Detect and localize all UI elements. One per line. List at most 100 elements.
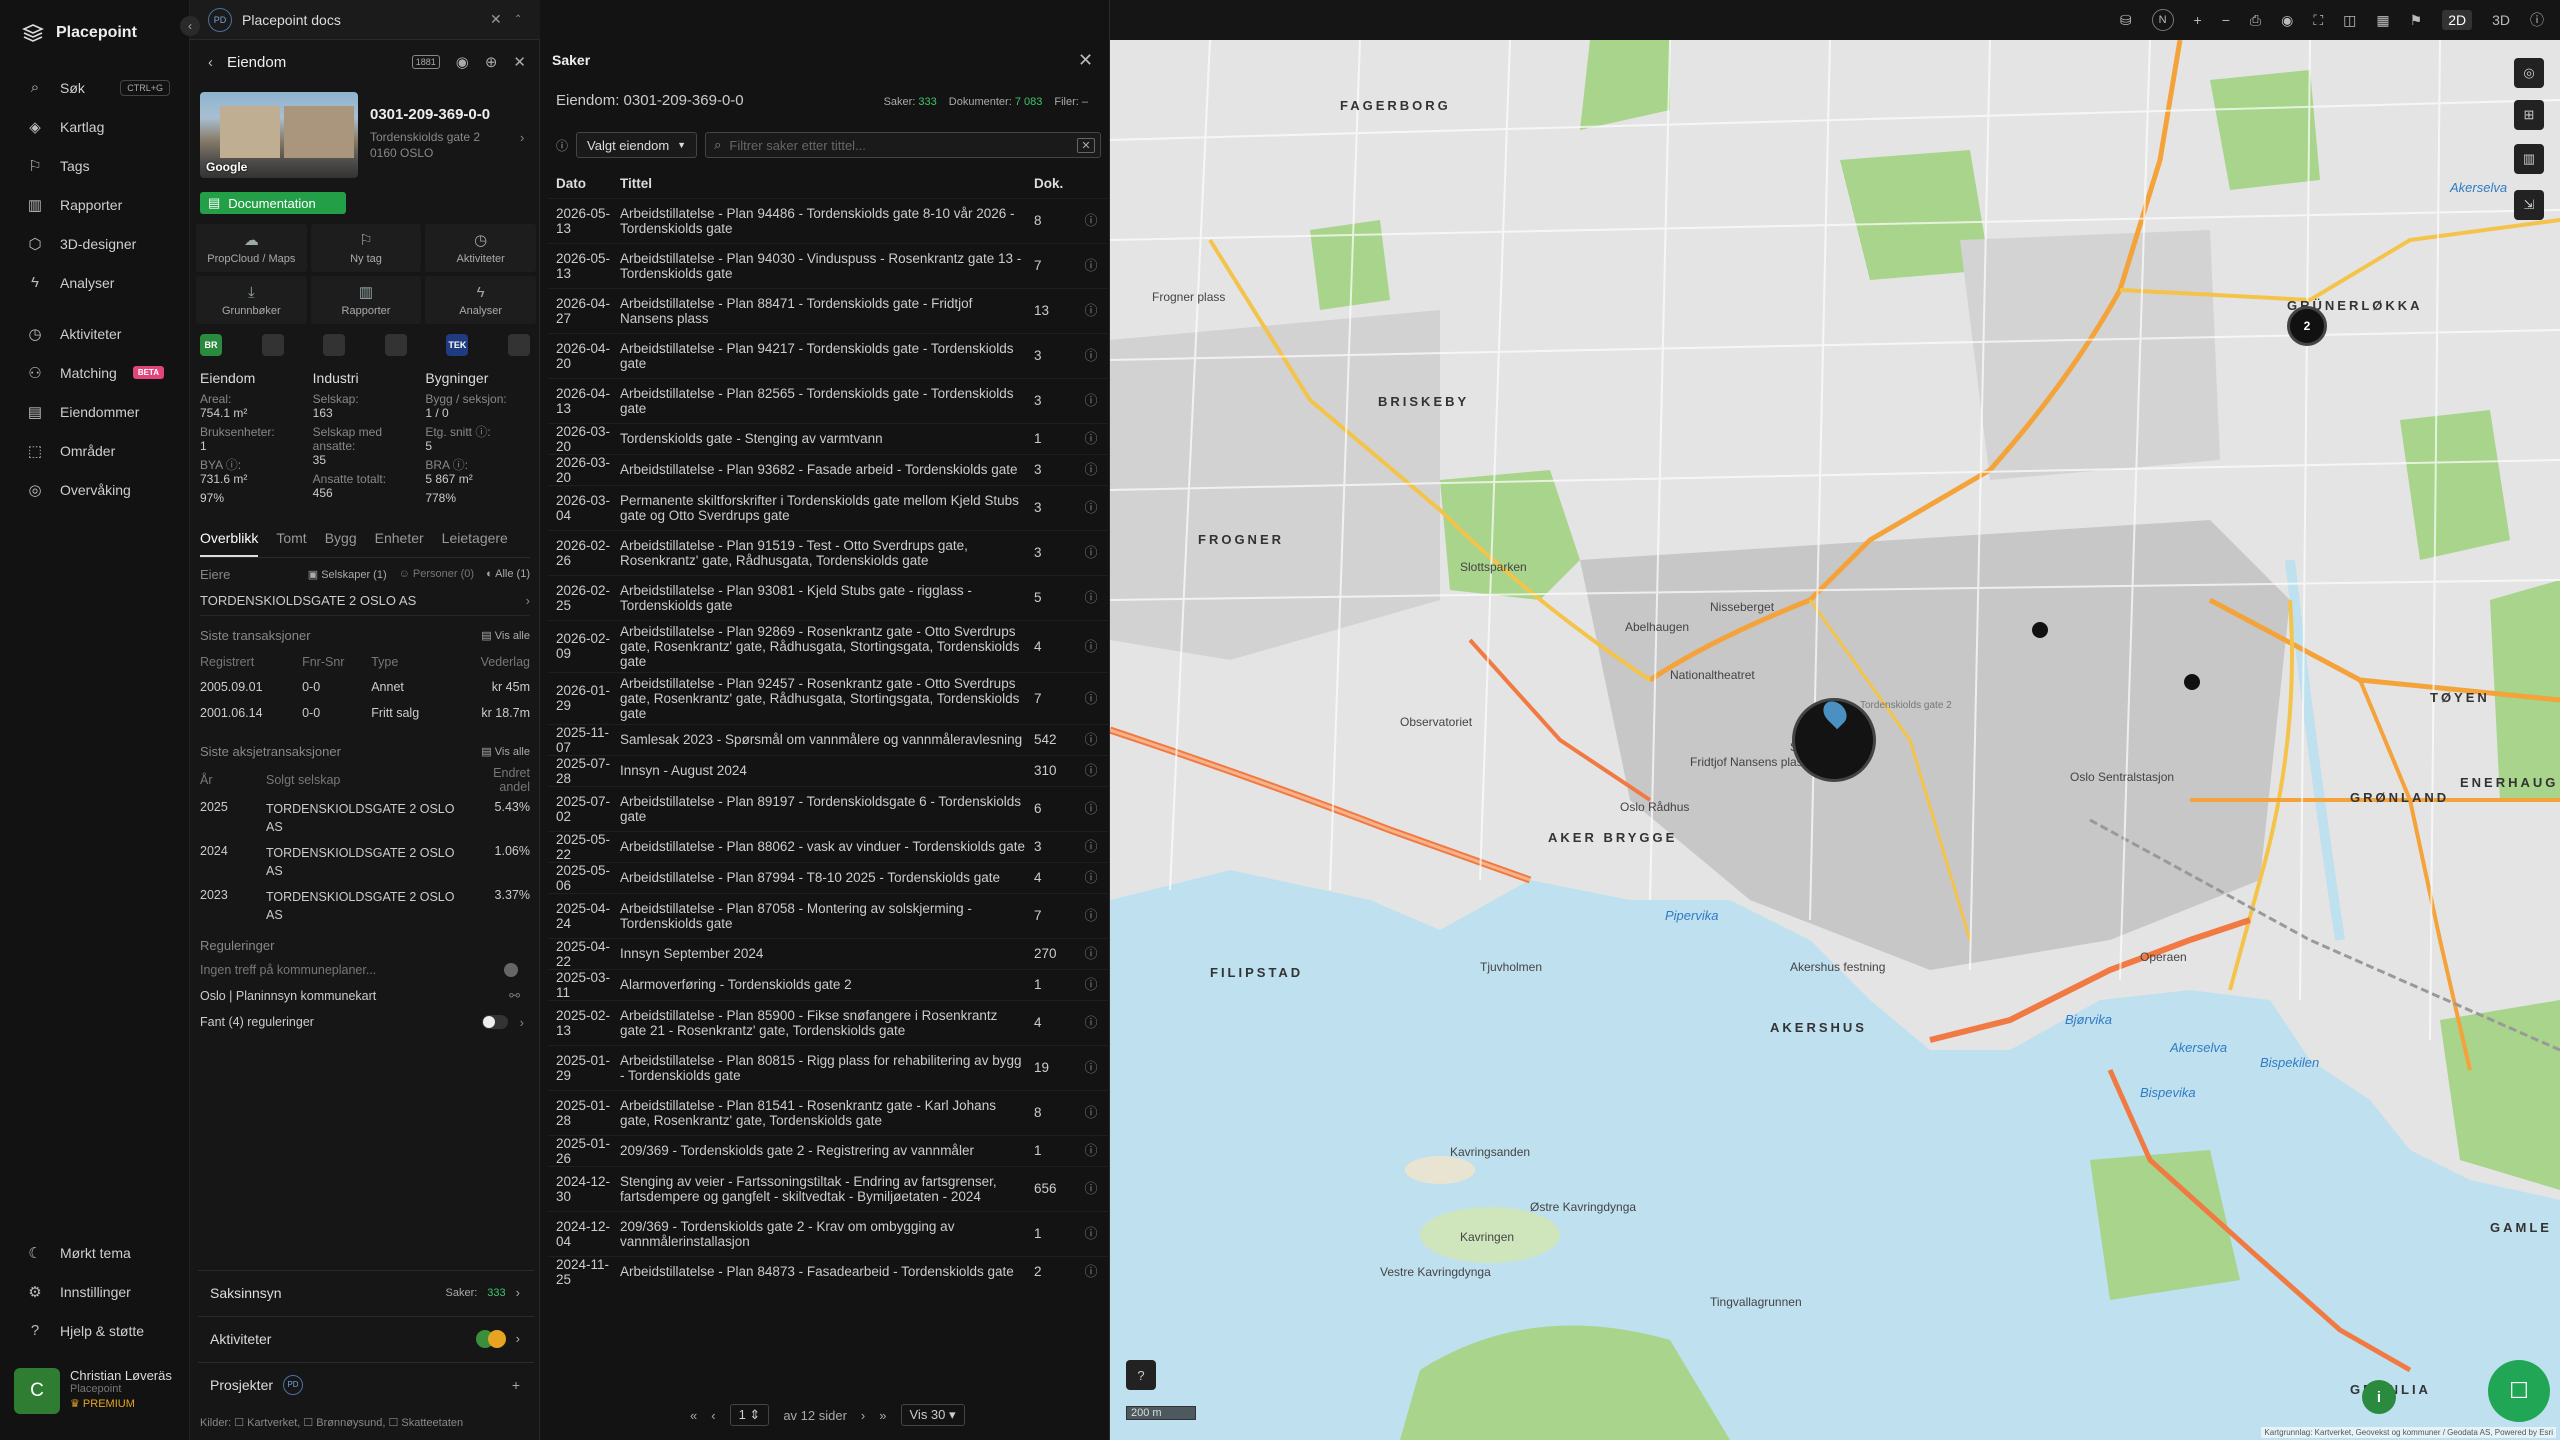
first-page-icon[interactable]: «	[690, 1408, 697, 1423]
close-icon[interactable]: ✕	[513, 53, 526, 71]
grid-icon[interactable]: ▦	[2376, 12, 2389, 29]
prosjekter-row[interactable]: Prosjekter PD +	[198, 1362, 534, 1406]
case-row[interactable]: 2026-01-29 Arbeidstillatelse - Plan 92457…	[548, 671, 1108, 724]
nav-item-matching[interactable]: ⚇ Matching BETA	[0, 353, 190, 392]
case-row[interactable]: 2026-03-20 Tordenskiolds gate - Stenging …	[548, 422, 1108, 454]
case-row[interactable]: 2025-05-22 Arbeidstillatelse - Plan 88062…	[548, 830, 1108, 862]
case-row[interactable]: 2024-12-30 Stenging av veier - Fartssonin…	[548, 1165, 1108, 1211]
nav-item-aktiviteter[interactable]: ◷ Aktiviteter	[0, 314, 190, 353]
case-info-icon[interactable]: ⓘ	[1074, 1089, 1108, 1135]
owners-filter-persons[interactable]: ☺ Personer (0)	[399, 568, 474, 580]
cluster-marker[interactable]: 2	[2287, 306, 2327, 346]
info-bubble-icon[interactable]: i	[2362, 1380, 2396, 1414]
case-row[interactable]: 2026-03-20 Arbeidstillatelse - Plan 93682…	[548, 453, 1108, 485]
tile-rapporter[interactable]: ▥ Rapporter	[310, 276, 422, 324]
category-badge[interactable]	[323, 334, 346, 356]
user-card[interactable]: C Christian Løveräs Placepoint ♛ PREMIUM	[14, 1368, 189, 1424]
close-cases-icon[interactable]: ✕	[1078, 50, 1093, 71]
bookmark-icon[interactable]: ⚑	[2410, 12, 2423, 29]
street-view-image[interactable]: Google	[200, 92, 358, 178]
case-row[interactable]: 2025-03-11 Alarmoverføring - Tordenskiold…	[548, 968, 1108, 1000]
col-date[interactable]: Dato	[548, 170, 620, 198]
tile-grunnbøker[interactable]: ⤓ Grunnbøker	[196, 276, 307, 324]
zoom-out-icon[interactable]: −	[2222, 12, 2230, 28]
case-row[interactable]: 2025-01-29 Arbeidstillatelse - Plan 80815…	[548, 1044, 1108, 1090]
case-row[interactable]: 2025-11-07 Samlesak 2023 - Spørsmål om va…	[548, 723, 1108, 755]
toggle-regulations[interactable]	[481, 1015, 508, 1029]
tab-tomt[interactable]: Tomt	[276, 530, 306, 557]
map-help-icon[interactable]: ?	[1126, 1360, 1156, 1390]
measure-tool-icon[interactable]: ⊞	[2514, 100, 2544, 130]
tab-bygg[interactable]: Bygg	[325, 530, 357, 557]
case-row[interactable]: 2024-12-04 209/369 - Tordenskiolds gate 2…	[548, 1210, 1108, 1256]
close-tab-icon[interactable]: ✕	[490, 11, 502, 28]
case-row[interactable]: 2025-07-02 Arbeidstillatelse - Plan 89197…	[548, 785, 1108, 831]
case-row[interactable]: 2026-02-25 Arbeidstillatelse - Plan 93081…	[548, 574, 1108, 620]
case-info-icon[interactable]: ⓘ	[1074, 1044, 1108, 1090]
stats-tool-icon[interactable]: ▥	[2514, 144, 2544, 174]
case-info-icon[interactable]: ⓘ	[1074, 422, 1108, 454]
case-info-icon[interactable]: ⓘ	[1074, 968, 1108, 1000]
tile-ny-tag[interactable]: ⚐ Ny tag	[310, 224, 422, 272]
owners-filter-companies[interactable]: ▣ Selskaper (1)	[308, 568, 387, 581]
category-badge[interactable]	[384, 334, 407, 356]
page-size-select[interactable]: Vis 30 ▾	[900, 1404, 965, 1426]
category-badge[interactable]: BR	[200, 334, 222, 356]
eye-icon[interactable]: ◉	[2281, 12, 2293, 29]
case-info-icon[interactable]: ⓘ	[1074, 1165, 1108, 1211]
aktiviteter-row[interactable]: Aktiviteter ›	[198, 1316, 534, 1360]
expand-icon[interactable]: ⌃	[514, 14, 522, 25]
category-badge[interactable]	[261, 334, 284, 356]
share-row[interactable]: 2025 TORDENSKIOLDSGATE 2 OSLO AS 5.43%	[200, 794, 530, 838]
documentation-button[interactable]: ▤ Documentation	[200, 192, 346, 214]
nav-item-innstillinger[interactable]: ⚙ Innstillinger	[0, 1272, 190, 1311]
case-info-icon[interactable]: ⓘ	[1074, 529, 1108, 575]
case-row[interactable]: 2025-01-28 Arbeidstillatelse - Plan 81541…	[548, 1089, 1108, 1135]
id-card-icon[interactable]: 1881	[411, 55, 440, 69]
mode-2d-button[interactable]: 2D	[2442, 10, 2473, 30]
fullscreen-icon[interactable]: ⛶	[2313, 12, 2323, 29]
owner-row[interactable]: TORDENSKIOLDSGATE 2 OSLO AS ›	[200, 586, 530, 616]
nav-item-analyser[interactable]: ϟ Analyser	[0, 263, 190, 302]
app-logo[interactable]: Placepoint	[22, 22, 137, 44]
owners-filter-all[interactable]: ◐ Alle (1)	[486, 568, 530, 580]
col-docs[interactable]: Dok.	[1034, 170, 1074, 198]
category-badge[interactable]: TEK	[446, 334, 469, 356]
mode-3d-button[interactable]: 3D	[2492, 12, 2510, 28]
tab-leietagere[interactable]: Leietagere	[442, 530, 508, 557]
case-row[interactable]: 2025-07-28 Innsyn - August 2024 310 ⓘ	[548, 754, 1108, 786]
case-row[interactable]: 2025-05-06 Arbeidstillatelse - Plan 87994…	[548, 861, 1108, 893]
regulations-found[interactable]: Fant (4) reguleringer	[200, 1015, 314, 1029]
case-row[interactable]: 2025-01-26 209/369 - Tordenskiolds gate 2…	[548, 1134, 1108, 1166]
last-page-icon[interactable]: »	[879, 1408, 886, 1423]
case-info-icon[interactable]: ⓘ	[1074, 785, 1108, 831]
nav-item-3d-designer[interactable]: ⬡ 3D-designer	[0, 224, 190, 263]
case-row[interactable]: 2026-04-20 Arbeidstillatelse - Plan 94217…	[548, 332, 1108, 378]
collapse-nav-button[interactable]: ‹	[180, 16, 200, 36]
nav-item-hjelp-støtte[interactable]: ? Hjelp & støtte	[0, 1311, 190, 1350]
case-info-icon[interactable]: ⓘ	[1074, 830, 1108, 862]
add-project-icon[interactable]: +	[512, 1377, 520, 1393]
case-info-icon[interactable]: ⓘ	[1074, 574, 1108, 620]
toggle-kommuneplaner[interactable]	[504, 963, 518, 977]
case-row[interactable]: 2026-02-26 Arbeidstillatelse - Plan 91519…	[548, 529, 1108, 575]
property-address[interactable]: 0301-209-369-0-0 Tordenskiolds gate 2 01…	[370, 106, 530, 161]
camera-icon[interactable]: ◫	[2343, 12, 2356, 29]
layers-tool-icon[interactable]: ◎	[2514, 58, 2544, 88]
planinnsyn-link[interactable]: Oslo | Planinnsyn kommunekart	[200, 989, 376, 1003]
case-row[interactable]: 2025-02-13 Arbeidstillatelse - Plan 85900…	[548, 999, 1108, 1045]
transaction-row[interactable]: 2005.09.01 0-0 Annet kr 45m	[200, 674, 530, 700]
chat-button[interactable]: ☐	[2488, 1360, 2550, 1422]
case-row[interactable]: 2025-04-24 Arbeidstillatelse - Plan 87058…	[548, 892, 1108, 938]
case-info-icon[interactable]: ⓘ	[1074, 332, 1108, 378]
case-info-icon[interactable]: ⓘ	[1074, 197, 1108, 243]
print-icon[interactable]: ⎙	[2250, 12, 2261, 29]
case-row[interactable]: 2025-04-22 Innsyn September 2024 270 ⓘ	[548, 937, 1108, 969]
layers-icon[interactable]: ⛁	[2120, 12, 2132, 29]
case-row[interactable]: 2026-04-13 Arbeidstillatelse - Plan 82565…	[548, 377, 1108, 423]
share-row[interactable]: 2024 TORDENSKIOLDSGATE 2 OSLO AS 1.06%	[200, 838, 530, 882]
case-info-icon[interactable]: ⓘ	[1074, 1210, 1108, 1256]
case-info-icon[interactable]: ⓘ	[1074, 287, 1108, 333]
case-info-icon[interactable]: ⓘ	[1074, 937, 1108, 969]
north-icon[interactable]: N	[2151, 9, 2174, 31]
